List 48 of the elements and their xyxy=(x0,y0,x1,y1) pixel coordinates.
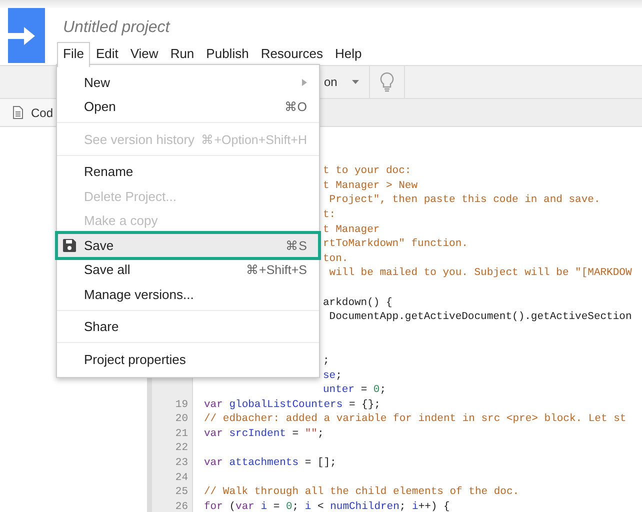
line-number: 26 xyxy=(175,500,188,512)
menu-option[interactable]: Share xyxy=(57,314,319,339)
menu-item[interactable]: Help xyxy=(328,42,368,67)
code-line: unter = 0; xyxy=(323,383,386,398)
menu-item[interactable]: Edit xyxy=(90,42,124,67)
line-number: 25 xyxy=(175,486,188,498)
menu-option[interactable]: Rename xyxy=(57,160,319,184)
project-title[interactable]: Untitled project xyxy=(63,19,368,37)
menu-option[interactable]: Save ⌘S xyxy=(57,233,319,258)
code-line: Project", then paste this code in and save. xyxy=(328,193,600,208)
menu-item[interactable]: Publish xyxy=(200,42,255,67)
menu-option[interactable]: Manage versions... xyxy=(57,282,319,306)
lightbulb-icon[interactable] xyxy=(380,72,394,92)
code-line: t Manager > New xyxy=(323,178,418,194)
code-line: for (var i = 0; i < numChildren; i++) { xyxy=(204,500,450,512)
code-line: t to your doc: xyxy=(323,164,412,179)
line-number: 19 xyxy=(175,398,188,411)
app-logo[interactable] xyxy=(8,8,45,63)
line-number: 21 xyxy=(175,428,188,440)
code-line: var srcIndent = ""; xyxy=(204,426,324,442)
line-number: 24 xyxy=(175,472,188,484)
code-line: arkdown() { xyxy=(323,296,392,310)
code-line: rtToMarkdown" function. xyxy=(323,237,468,252)
code-line: var attachments = []; xyxy=(204,456,336,471)
submenu-arrow-icon xyxy=(302,78,307,86)
line-number: 22 xyxy=(175,442,188,454)
caret-icon[interactable] xyxy=(352,80,359,84)
document-icon xyxy=(13,106,23,119)
menu-item[interactable]: Resources xyxy=(254,42,329,67)
code-line: ton. xyxy=(323,252,348,266)
code-line: se; xyxy=(323,368,342,384)
code-line: DocumentApp.getActiveDocument().getActiveSection xyxy=(328,310,632,325)
code-line: t Manager xyxy=(323,222,380,238)
line-number: 23 xyxy=(175,457,188,470)
function-select[interactable]: on xyxy=(324,75,342,89)
line-number: 20 xyxy=(175,413,188,426)
code-line: t: xyxy=(323,208,336,223)
menu-option[interactable]: New xyxy=(57,70,319,94)
code-line: // edbacher: added a variable for indent in src <pre> block. Let st xyxy=(204,412,626,427)
menu-option[interactable]: Project properties xyxy=(57,347,319,372)
menu-item[interactable]: File xyxy=(57,42,90,67)
code-line: var globalListCounters = {}; xyxy=(204,398,380,412)
code-line: ; xyxy=(323,354,330,368)
menu-option[interactable]: Save all ⌘+Shift+S xyxy=(57,258,319,282)
menu-item[interactable]: View xyxy=(124,42,164,67)
code-line: // Walk through all the child elements of the doc. xyxy=(204,485,520,500)
menu-item[interactable]: Run xyxy=(164,42,200,67)
code-line: will be mailed to you. Subject will be "[MARKDOW xyxy=(328,266,632,281)
